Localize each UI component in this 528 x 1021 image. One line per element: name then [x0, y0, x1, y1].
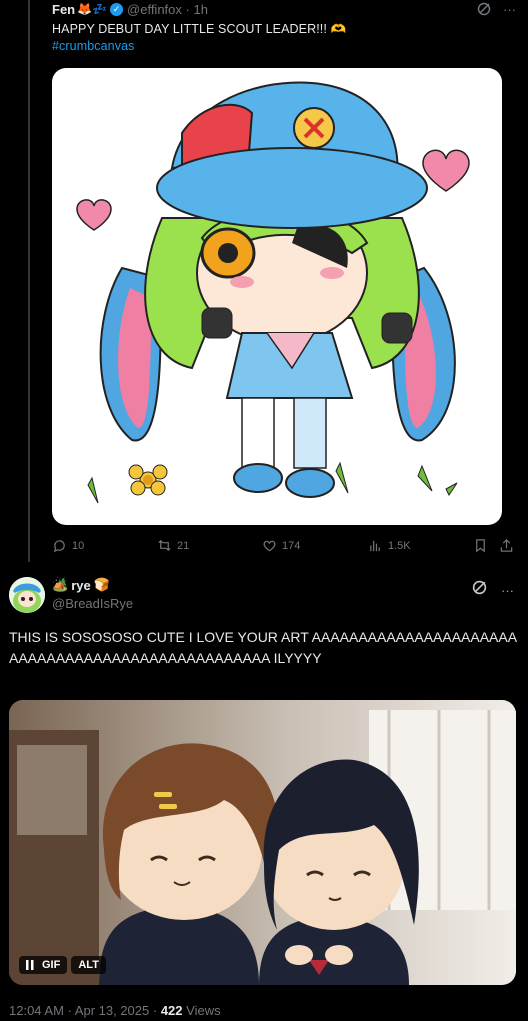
views-action[interactable]: 1.5K [368, 538, 411, 553]
reply-to-text: HAPPY DEBUT DAY LITTLE SCOUT LEADER!!! 🫶… [52, 21, 522, 55]
pause-button[interactable]: GIF [19, 956, 68, 974]
repost-icon [158, 539, 171, 552]
post-time[interactable]: 12:04 AM [9, 1003, 64, 1018]
reply-count: 10 [72, 539, 85, 552]
more-icon[interactable]: ··· [503, 2, 516, 19]
author-name-text: rye [71, 577, 91, 593]
more-icon[interactable]: ··· [501, 583, 514, 598]
reply-to-header: Fen 🦊💤 ✓ @effinfox · 1h [52, 1, 208, 17]
bookmark-icon [476, 539, 485, 553]
bookmark-button[interactable] [473, 538, 488, 553]
reply-to-image[interactable] [52, 68, 502, 525]
author-name-emojis: 🦊💤 [77, 2, 108, 16]
post-text: THIS IS SOSOSOSO CUTE I LOVE YOUR ART AA… [9, 629, 518, 666]
views-icon [370, 540, 380, 552]
post-top-icons: ··· [472, 580, 514, 600]
author-name-emoji-suffix: 🍞 [93, 577, 110, 592]
alt-badge[interactable]: ALT [71, 956, 106, 974]
gif-controls: GIF ALT [19, 956, 106, 974]
chibi-artwork-illustration [76, 81, 470, 504]
post-gif[interactable] [9, 700, 516, 985]
gif-badge: GIF [42, 959, 61, 971]
avatar[interactable] [9, 577, 45, 613]
grok-icon[interactable] [472, 580, 487, 600]
thread-connector-line [28, 0, 30, 562]
reply-to-time[interactable]: 1h [193, 2, 207, 17]
reply-to-top-icons: ··· [477, 2, 516, 19]
share-button[interactable] [499, 538, 514, 553]
grok-icon[interactable] [477, 2, 491, 19]
reply-to-post[interactable]: Fen 🦊💤 ✓ @effinfox · 1h ··· HAPPY DEBUT … [52, 0, 522, 55]
post-author-name[interactable]: 🏕️ rye 🍞 [52, 577, 110, 593]
reply-action[interactable]: 10 [52, 538, 84, 553]
reply-to-author-name[interactable]: Fen [52, 2, 75, 17]
post-author-handle[interactable]: @BreadIsRye [52, 596, 133, 611]
verified-badge-icon: ✓ [110, 2, 124, 16]
post-views-count: 422 [160, 1003, 183, 1018]
repost-count: 21 [177, 539, 190, 552]
reply-to-text-line: HAPPY DEBUT DAY LITTLE SCOUT LEADER!!! 🫶 [52, 22, 347, 36]
author-name-emoji-prefix: 🏕️ [52, 577, 69, 592]
like-action[interactable]: 174 [262, 538, 300, 553]
reply-to-handle[interactable]: @effinfox [127, 2, 182, 17]
anime-gif-frame [9, 700, 516, 985]
avatar-image [9, 577, 45, 613]
like-icon [263, 540, 276, 552]
reply-icon [53, 540, 65, 553]
share-icon [500, 539, 513, 552]
views-count: 1.5K [388, 539, 411, 552]
post-views-label: Views [186, 1003, 221, 1018]
pause-icon [26, 960, 34, 970]
hashtag-link[interactable]: #crumbcanvas [52, 38, 522, 55]
reply-to-action-bar: 10 21 174 1.5K [52, 538, 520, 554]
post-date[interactable]: Apr 13, 2025 [75, 1003, 149, 1018]
like-count: 174 [282, 539, 301, 552]
repost-action[interactable]: 21 [157, 538, 189, 553]
post-meta: 12:04 AM · Apr 13, 2025 · 422 Views [9, 1003, 221, 1018]
